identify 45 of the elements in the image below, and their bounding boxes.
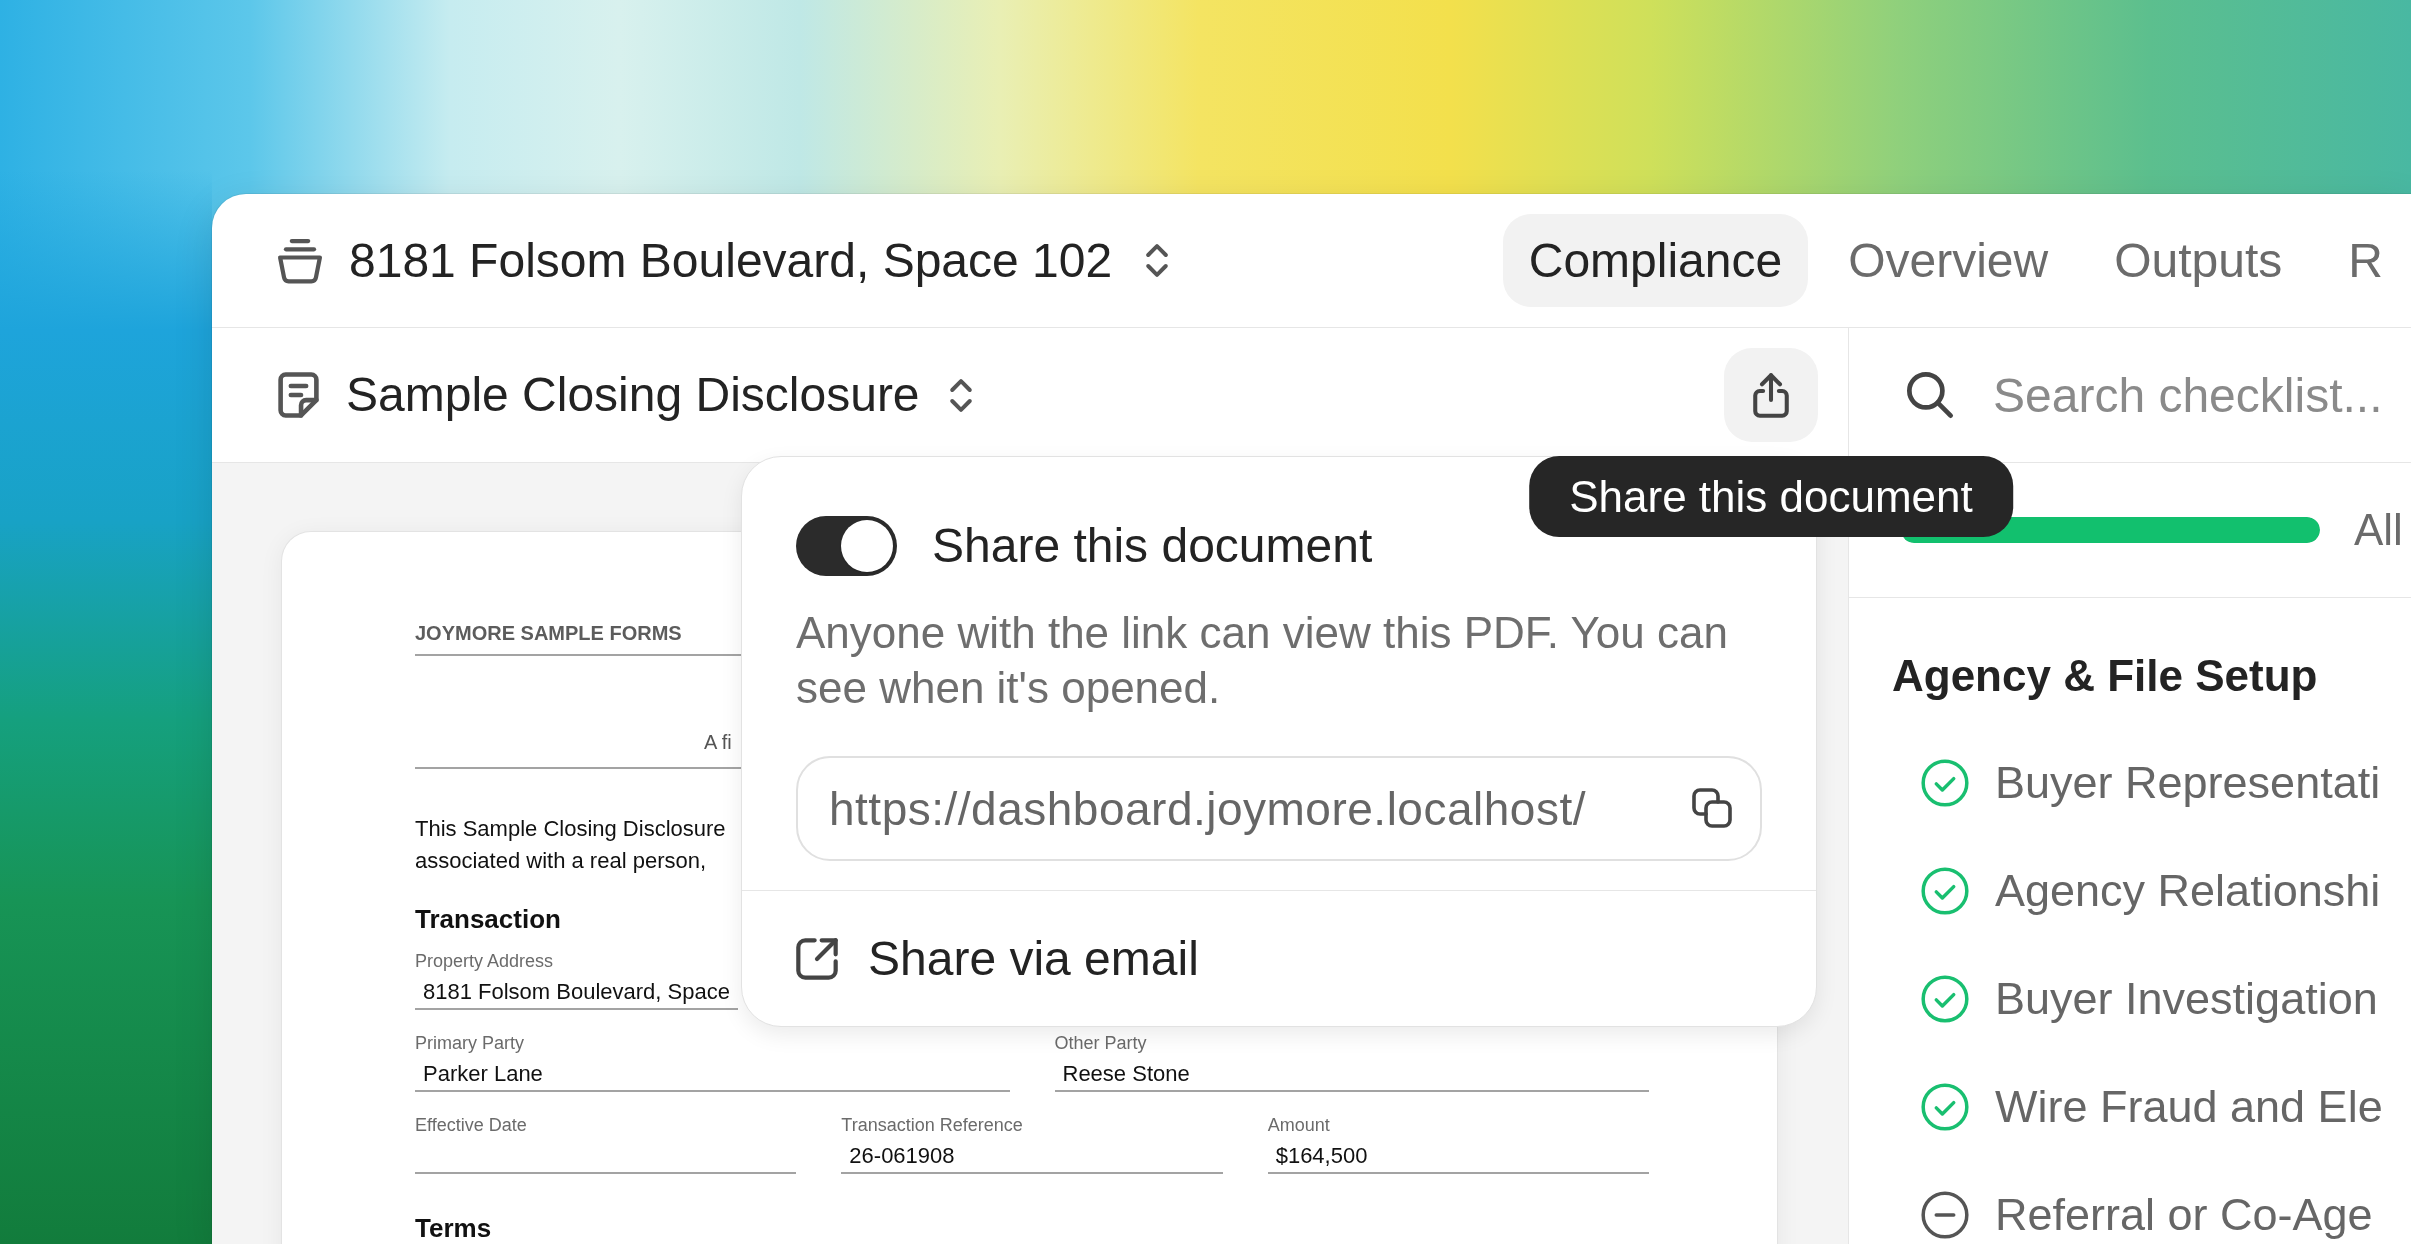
share-tooltip: Share this document [1529, 456, 2013, 537]
project-selector[interactable]: 8181 Folsom Boulevard, Space 102 [349, 232, 1169, 289]
stacked-tray-icon [278, 237, 322, 284]
field-label: Other Party [1054, 1032, 1147, 1054]
form-field: 26-061908 [841, 1138, 1223, 1174]
form-field: Reese Stone [1054, 1056, 1649, 1092]
field-label: Property Address [415, 950, 554, 972]
checklist-item[interactable]: Buyer Investigation [1995, 972, 2378, 1026]
checklist-item[interactable]: Buyer Representati [1995, 756, 2381, 810]
document-selector[interactable]: Sample Closing Disclosure [346, 367, 972, 423]
nav-tab[interactable]: R [2322, 214, 2409, 307]
nav-tab[interactable]: Outputs [2088, 214, 2309, 307]
search-icon [1907, 372, 1953, 418]
share-email-button[interactable]: Share via email [742, 891, 1816, 1026]
subtitle-text: A fi [704, 730, 732, 754]
form-field: 8181 Folsom Boulevard, Space [415, 974, 738, 1010]
group-heading: Agency & File Setup [1892, 650, 2318, 702]
form-field: $164,500 [1267, 1138, 1649, 1174]
note-icon [278, 372, 319, 418]
section-heading: Transaction [415, 904, 561, 934]
external-link-icon [796, 937, 838, 980]
form-brand-text: JOYMORE SAMPLE FORMS [415, 621, 682, 645]
chevron-updown-icon[interactable] [949, 378, 972, 412]
checklist-item[interactable]: Agency Relationshi [1995, 864, 2381, 918]
form-field: Parker Lane [415, 1056, 1010, 1092]
nav-tab[interactable]: Overview [1822, 214, 2075, 307]
field-label: Primary Party [415, 1032, 524, 1054]
checklist-item[interactable]: Referral or Co-Age [1995, 1188, 2373, 1242]
link-field[interactable]: https://dashboard.joymore.localhost/ [796, 756, 1762, 861]
intro-paragraph: This Sample Closing Disclosure associated with a real person, [415, 815, 726, 875]
share-icon[interactable] [1753, 372, 1789, 418]
chevron-updown-icon[interactable] [1146, 244, 1169, 277]
checklist-item[interactable]: Wire Fraud and Ele [1995, 1080, 2383, 1134]
section-heading: Terms [415, 1213, 492, 1243]
share-description: Anyone with the link can view this PDF. You can see when it's opened. [796, 607, 1729, 714]
copy-icon[interactable] [1692, 788, 1732, 828]
search-field[interactable]: Search checklist... [1993, 367, 2403, 423]
toggle-switch[interactable] [796, 516, 897, 576]
nav-tab[interactable]: Compliance [1502, 214, 1809, 307]
share-button[interactable] [1724, 348, 1818, 442]
toggle-label: Share this document [932, 518, 1373, 574]
field-label: Amount [1267, 1114, 1330, 1136]
field-label: Effective Date [415, 1114, 527, 1136]
field-label: Transaction Reference [841, 1114, 1023, 1136]
progress-label: All [2354, 504, 2403, 556]
